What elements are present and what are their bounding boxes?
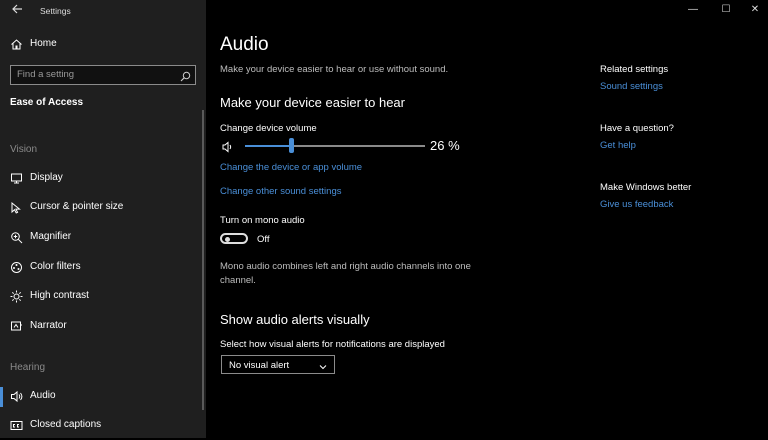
volume-label: Change device volume — [220, 123, 317, 134]
mono-audio-state: Off — [257, 234, 270, 245]
volume-percent: 26 % — [430, 138, 460, 153]
sidebar-item-narrator[interactable]: Narrator — [0, 313, 202, 341]
sidebar-item-home[interactable]: Home — [0, 31, 202, 59]
sidebar-item-magnifier[interactable]: Magnifier — [0, 224, 202, 252]
closed-captions-icon — [10, 419, 23, 432]
sidebar-item-high-contrast[interactable]: High contrast — [0, 283, 202, 311]
high-contrast-icon — [10, 290, 23, 303]
sidebar-item-label: Cursor & pointer size — [30, 201, 124, 212]
speaker-icon — [10, 390, 23, 403]
sidebar-scrollbar[interactable] — [202, 110, 204, 410]
narrator-icon — [10, 320, 23, 333]
volume-slider-fill — [245, 145, 292, 147]
sidebar-item-label: Closed captions — [30, 419, 102, 430]
maximize-button[interactable]: ☐ — [716, 2, 736, 18]
search-icon[interactable] — [180, 69, 191, 82]
sidebar-item-label: Color filters — [30, 261, 81, 272]
mono-audio-description: Mono audio combines left and right audio… — [220, 261, 471, 286]
sidebar-item-color-filters[interactable]: Color filters — [0, 254, 202, 282]
sound-settings-link[interactable]: Change other sound settings — [220, 186, 341, 197]
category-title: Ease of Access — [10, 97, 84, 108]
sidebar-item-cursor-pointer-size[interactable]: Cursor & pointer size — [0, 194, 202, 222]
section-heading-hear: Make your device easier to hear — [220, 95, 405, 110]
sound-settings-rail-link[interactable]: Sound settings — [600, 81, 663, 92]
give-feedback-link[interactable]: Give us feedback — [600, 199, 673, 210]
color-filters-icon — [10, 261, 23, 274]
sidebar-item-closed-captions[interactable]: Closed captions — [0, 412, 202, 440]
search-input[interactable] — [17, 68, 177, 81]
sidebar-item-label: Narrator — [30, 320, 67, 331]
page-title: Audio — [220, 34, 269, 55]
volume-speaker-icon[interactable] — [222, 140, 234, 153]
cursor-icon — [10, 201, 23, 214]
feedback-heading: Make Windows better — [600, 182, 692, 193]
sidebar-item-audio[interactable]: Audio — [0, 383, 202, 411]
back-arrow-icon[interactable] — [9, 3, 25, 19]
chevron-down-icon — [318, 359, 328, 370]
mono-audio-label: Turn on mono audio — [220, 215, 305, 226]
volume-slider-thumb[interactable] — [289, 138, 295, 153]
question-heading: Have a question? — [600, 123, 674, 134]
sidebar-item-label: High contrast — [30, 290, 89, 301]
home-icon — [10, 38, 23, 51]
mono-audio-toggle[interactable] — [220, 233, 248, 244]
section-heading-alerts: Show audio alerts visually — [220, 312, 370, 327]
sidebar-item-label: Display — [30, 172, 63, 183]
toggle-knob — [225, 236, 230, 242]
display-icon — [10, 172, 23, 185]
sidebar-item-label: Magnifier — [30, 231, 72, 242]
minimize-button[interactable]: — — [683, 2, 703, 18]
visual-alert-dropdown[interactable]: No visual alert — [221, 355, 335, 374]
related-settings-heading: Related settings — [600, 64, 669, 75]
search-box[interactable] — [10, 65, 196, 85]
sidebar-item-display[interactable]: Display — [0, 165, 202, 193]
get-help-link[interactable]: Get help — [600, 140, 636, 151]
magnifier-icon — [10, 231, 23, 244]
sidebar: Settings Home Ease of Access Vision Disp… — [0, 0, 206, 438]
visual-alert-label: Select how visual alerts for notificatio… — [220, 339, 445, 350]
section-heading-vision: Vision — [10, 144, 38, 155]
section-heading-hearing: Hearing — [10, 362, 46, 373]
dropdown-value: No visual alert — [229, 360, 290, 371]
page-subtitle: Make your device easier to hear or use w… — [220, 64, 449, 75]
window-title: Settings — [40, 6, 71, 16]
sidebar-item-label: Audio — [30, 390, 56, 401]
app-volume-link[interactable]: Change the device or app volume — [220, 162, 362, 173]
close-button[interactable]: ✕ — [745, 2, 765, 18]
sidebar-item-label: Home — [30, 38, 57, 49]
